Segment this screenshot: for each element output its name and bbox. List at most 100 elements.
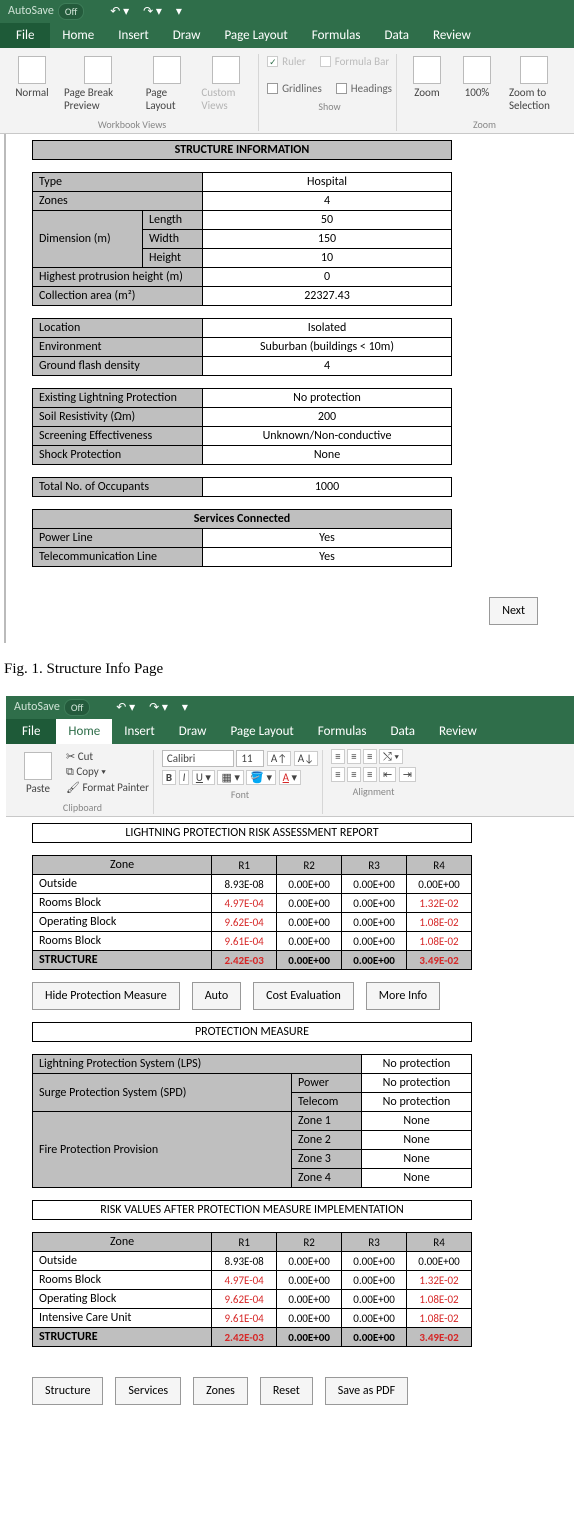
bold-button[interactable]: B (162, 770, 176, 785)
ruler-checkbox[interactable]: Ruler (267, 54, 306, 69)
r3-cell[interactable]: 0.00E+00 (342, 875, 407, 894)
r4-cell[interactable]: 1.08E-02 (407, 1290, 472, 1309)
page-break-preview-button[interactable]: Page Break Preview (60, 54, 136, 114)
r1-cell[interactable]: 4.97E-04 (212, 1271, 277, 1290)
headings-checkbox[interactable]: Headings (336, 81, 392, 96)
save-as-pdf-button[interactable]: Save as PDF (325, 1377, 408, 1405)
gfd-value[interactable]: 4 (203, 357, 452, 376)
r4-cell[interactable]: 1.08E-02 (407, 913, 472, 932)
r4-cell[interactable]: 1.08E-02 (407, 1309, 472, 1328)
tab-draw[interactable]: Draw (161, 23, 213, 48)
r1-cell[interactable]: 8.93E-08 (212, 875, 277, 894)
r3-cell[interactable]: 0.00E+00 (342, 1252, 407, 1271)
zoom-button[interactable]: Zoom (405, 54, 449, 101)
zone-cell[interactable]: STRUCTURE (33, 951, 212, 970)
tab-file-2[interactable]: File (6, 719, 56, 744)
r2-cell[interactable]: 0.00E+00 (277, 1271, 342, 1290)
r1-cell[interactable]: 9.62E-04 (212, 913, 277, 932)
underline-button[interactable]: U ▾ (192, 770, 215, 785)
zone3-value[interactable]: None (362, 1150, 472, 1169)
undo-icon[interactable]: ↶ ▾ (106, 4, 133, 19)
autosave-toggle[interactable]: AutoSave Off (8, 3, 84, 20)
r3-cell[interactable]: 0.00E+00 (342, 1271, 407, 1290)
cost-evaluation-button[interactable]: Cost Evaluation (253, 982, 354, 1010)
r2-cell[interactable]: 0.00E+00 (277, 913, 342, 932)
tab-page-layout-2[interactable]: Page Layout (218, 719, 305, 744)
width-value[interactable]: 150 (203, 230, 452, 249)
r3-cell[interactable]: 0.00E+00 (342, 951, 407, 970)
align-right-icon[interactable]: ≡ (363, 767, 376, 782)
telecom-line-value[interactable]: Yes (203, 548, 452, 567)
r2-cell[interactable]: 0.00E+00 (277, 932, 342, 951)
undo-icon-2[interactable]: ↶ ▾ (112, 700, 139, 715)
r1-cell[interactable]: 9.61E-04 (212, 932, 277, 951)
r4-cell[interactable]: 1.32E-02 (407, 894, 472, 913)
fill-color-button[interactable]: 🪣 ▾ (246, 770, 276, 785)
qat-customize-icon[interactable]: ▾ (172, 4, 186, 19)
formula-bar-checkbox[interactable]: Formula Bar (320, 54, 389, 69)
format-painter-button[interactable]: 🖌 Format Painter (66, 781, 149, 794)
length-value[interactable]: 50 (203, 211, 452, 230)
redo-icon[interactable]: ↷ ▾ (139, 4, 166, 19)
tab-home-2[interactable]: Home (56, 719, 112, 744)
zone-cell[interactable]: Outside (33, 1252, 212, 1271)
font-size-combo[interactable]: 11 (236, 750, 264, 767)
save-icon[interactable] (90, 4, 100, 18)
tab-data[interactable]: Data (373, 23, 422, 48)
increase-indent-icon[interactable]: ⇥ (399, 767, 416, 782)
redo-icon-2[interactable]: ↷ ▾ (145, 700, 172, 715)
zone4-value[interactable]: None (362, 1169, 472, 1188)
zones-button[interactable]: Zones (193, 1377, 248, 1405)
lps-value[interactable]: No protection (362, 1055, 472, 1074)
align-center-icon[interactable]: ≡ (347, 767, 360, 782)
custom-views-button[interactable]: Custom Views (197, 54, 254, 114)
protrusion-value[interactable]: 0 (203, 268, 452, 287)
zone2-value[interactable]: None (362, 1131, 472, 1150)
zone-cell[interactable]: Operating Block (33, 1290, 212, 1309)
r1-cell[interactable]: 9.61E-04 (212, 1309, 277, 1328)
borders-button[interactable]: ▦ ▾ (217, 770, 243, 785)
cut-button[interactable]: ✂ Cut (66, 750, 149, 763)
r4-cell[interactable]: 0.00E+00 (407, 875, 472, 894)
tab-review[interactable]: Review (421, 23, 483, 48)
soil-value[interactable]: 200 (203, 408, 452, 427)
spd-telecom-value[interactable]: No protection (362, 1093, 472, 1112)
tab-insert[interactable]: Insert (106, 23, 161, 48)
align-bottom-icon[interactable]: ≡ (363, 749, 376, 764)
type-value[interactable]: Hospital (203, 173, 452, 192)
font-color-button[interactable]: A ▾ (279, 770, 301, 785)
screening-value[interactable]: Unknown/Non-conductive (203, 427, 452, 446)
reset-button[interactable]: Reset (260, 1377, 313, 1405)
location-value[interactable]: Isolated (203, 319, 452, 338)
copy-button[interactable]: ⧉ Copy ▾ (66, 765, 149, 779)
tab-file[interactable]: File (0, 23, 50, 48)
zoom-100-button[interactable]: 100% (455, 54, 499, 101)
r2-cell[interactable]: 0.00E+00 (277, 951, 342, 970)
tab-formulas-2[interactable]: Formulas (306, 719, 379, 744)
italic-button[interactable]: I (179, 770, 190, 785)
r4-cell[interactable]: 1.32E-02 (407, 1271, 472, 1290)
align-left-icon[interactable]: ≡ (331, 767, 344, 782)
next-button[interactable]: Next (489, 597, 538, 625)
power-line-value[interactable]: Yes (203, 529, 452, 548)
auto-button[interactable]: Auto (192, 982, 241, 1010)
tab-page-layout[interactable]: Page Layout (212, 23, 299, 48)
save-icon-2[interactable] (96, 700, 106, 714)
align-top-icon[interactable]: ≡ (331, 749, 344, 764)
r3-cell[interactable]: 0.00E+00 (342, 1328, 407, 1347)
zone-cell[interactable]: Intensive Care Unit (33, 1309, 212, 1328)
align-middle-icon[interactable]: ≡ (347, 749, 360, 764)
tab-data-2[interactable]: Data (379, 719, 428, 744)
zone-cell[interactable]: Rooms Block (33, 932, 212, 951)
qat-customize-icon-2[interactable]: ▾ (178, 700, 192, 715)
services-button[interactable]: Services (115, 1377, 181, 1405)
r3-cell[interactable]: 0.00E+00 (342, 1309, 407, 1328)
zone-cell[interactable]: Rooms Block (33, 894, 212, 913)
zones-value[interactable]: 4 (203, 192, 452, 211)
tab-home[interactable]: Home (50, 23, 106, 48)
hide-protection-button[interactable]: Hide Protection Measure (32, 982, 180, 1010)
tab-review-2[interactable]: Review (427, 719, 489, 744)
r3-cell[interactable]: 0.00E+00 (342, 1290, 407, 1309)
shock-value[interactable]: None (203, 446, 452, 465)
r4-cell[interactable]: 3.49E-02 (407, 951, 472, 970)
